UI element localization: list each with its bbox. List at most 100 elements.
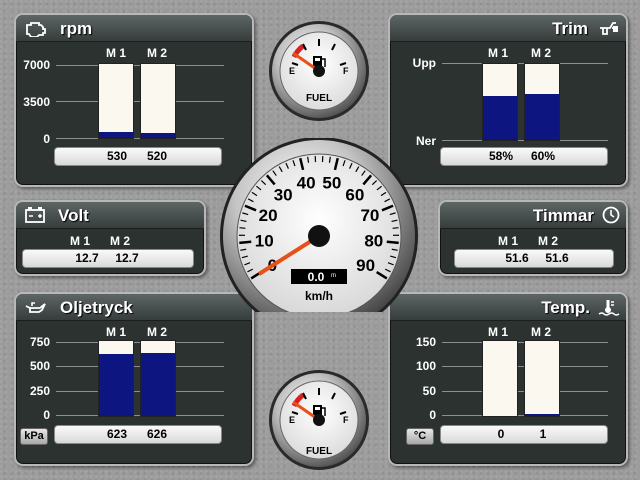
speed-tick-label: 10	[255, 232, 274, 251]
rpm-m1-bar	[98, 63, 134, 139]
speed-tick-label: 50	[322, 174, 341, 193]
timmar-m2-value: 51.6	[545, 251, 569, 265]
temp-tick: 0	[429, 408, 436, 422]
rpm-m1-label: M 1	[106, 46, 127, 60]
trim-upp-label: Upp	[412, 56, 436, 70]
speedometer: 0102030405060708090 0.0 m km/h	[220, 138, 418, 312]
rpm-tick-min: 0	[43, 132, 50, 146]
rpm-m2-fill	[141, 132, 175, 138]
temp-panel[interactable]: Temp. M 1 M 2 150 100 50 0 °C 0 1	[388, 292, 628, 466]
volt-title: Volt	[58, 206, 89, 225]
oil-can-icon	[25, 302, 46, 313]
trim-m2-fill	[525, 94, 559, 140]
speed-readout-sup: m	[331, 273, 336, 279]
speed-tick-label: 20	[259, 206, 278, 225]
fuel-top-empty: E	[289, 66, 295, 76]
temp-m1-label: M 1	[488, 325, 509, 339]
volt-m1-label: M 1	[70, 234, 91, 248]
trim-m1-bar	[482, 63, 518, 141]
speed-tick-label: 40	[297, 174, 316, 193]
timmar-m2-label: M 2	[538, 234, 559, 248]
trim-m1-value: 58%	[488, 149, 514, 163]
rpm-m2-label: M 2	[147, 46, 168, 60]
temp-unit-button[interactable]: °C	[406, 428, 434, 445]
timmar-panel[interactable]: Timmar M 1 M 2 51.6 51.6	[438, 200, 628, 276]
trim-m2-value: 60%	[530, 149, 556, 163]
oil-value-box: 623 626	[54, 425, 222, 444]
temp-m2-label: M 2	[531, 325, 552, 339]
timmar-title: Timmar	[532, 206, 594, 225]
oil-title: Oljetryck	[60, 298, 133, 317]
rpm-m1-value: 530	[106, 149, 128, 163]
oil-tick: 250	[29, 384, 50, 398]
boat-trim-icon	[600, 22, 618, 35]
temp-m2-bar	[524, 340, 560, 417]
trim-m1-label: M 1	[488, 46, 509, 60]
trim-title: Trim	[552, 19, 588, 38]
timmar-m1-value: 51.6	[505, 251, 529, 265]
fuel-bottom-label: FUEL	[306, 446, 332, 457]
speed-readout: 0.0	[308, 270, 325, 284]
speed-minor-tick	[307, 156, 310, 163]
timmar-value-box: 51.6 51.6	[454, 249, 614, 268]
battery-icon	[25, 207, 45, 223]
temp-tick: 150	[415, 335, 436, 349]
trim-value-box: 58% 60%	[440, 147, 608, 166]
oil-pressure-panel[interactable]: Oljetryck M 1 M 2 750 500 250 0 kPa 623 …	[14, 292, 254, 466]
rpm-m1-fill	[99, 132, 133, 138]
rpm-tick-max: 7000	[23, 58, 50, 72]
oil-tick: 0	[43, 408, 50, 422]
rpm-m2-bar	[140, 63, 176, 139]
oil-m2-bar	[140, 340, 176, 417]
water-temp-icon	[598, 300, 620, 316]
oil-header	[16, 294, 252, 321]
oil-tick: 500	[29, 359, 50, 373]
oil-m2-fill	[141, 353, 175, 416]
volt-value-box: 12.7 12.7	[22, 249, 194, 268]
engine-icon	[26, 22, 46, 37]
oil-m1-value: 623	[106, 427, 128, 441]
fuel-bottom-empty: E	[289, 415, 295, 425]
temp-tick: 50	[422, 384, 436, 398]
rpm-m2-value: 520	[146, 149, 168, 163]
speed-unit: km/h	[305, 289, 333, 303]
oil-unit-button[interactable]: kPa	[20, 428, 48, 445]
oil-tick: 750	[29, 335, 50, 349]
volt-m2-label: M 2	[110, 234, 131, 248]
fuel-top-full: F	[343, 66, 349, 76]
speed-minor-tick	[328, 156, 331, 163]
speed-tick-label: 70	[360, 206, 379, 225]
fuel-bottom-full: F	[343, 415, 349, 425]
temp-m1-bar	[482, 340, 518, 417]
trim-m2-label: M 2	[531, 46, 552, 60]
trim-m1-fill	[483, 95, 517, 140]
temp-m2-fill	[525, 414, 559, 416]
trim-header	[390, 15, 626, 42]
speed-major-tick	[239, 240, 252, 245]
clock-icon	[602, 206, 620, 224]
fuel-gauge-top: E F FUEL	[269, 21, 369, 121]
oil-m1-fill	[99, 353, 133, 416]
oil-m1-bar	[98, 340, 134, 417]
speed-tick-label: 80	[364, 232, 383, 251]
temp-value-box: 0 1	[440, 425, 608, 444]
temp-tick: 100	[415, 359, 436, 373]
temp-m1-value: 0	[497, 427, 505, 441]
speed-minor-tick	[239, 227, 246, 229]
rpm-header	[16, 15, 252, 42]
fuel-top-label: FUEL	[306, 93, 332, 104]
temp-m2-value: 1	[539, 427, 547, 441]
oil-m2-value: 626	[146, 427, 168, 441]
volt-m2-value: 12.7	[115, 251, 139, 265]
temp-title: Temp.	[541, 298, 590, 317]
speed-major-tick	[386, 240, 399, 245]
rpm-title: rpm	[60, 19, 93, 38]
volt-m1-value: 12.7	[75, 251, 99, 265]
rpm-tick-mid: 3500	[23, 95, 50, 109]
volt-panel[interactable]: Volt M 1 M 2 12.7 12.7	[14, 200, 206, 276]
oil-m2-label: M 2	[147, 325, 168, 339]
rpm-value-box: 530 520	[54, 147, 222, 166]
trim-panel[interactable]: Trim M 1 M 2 Upp Ner 58% 60%	[388, 13, 628, 187]
temp-header	[390, 294, 626, 321]
speed-minor-tick	[392, 227, 399, 229]
